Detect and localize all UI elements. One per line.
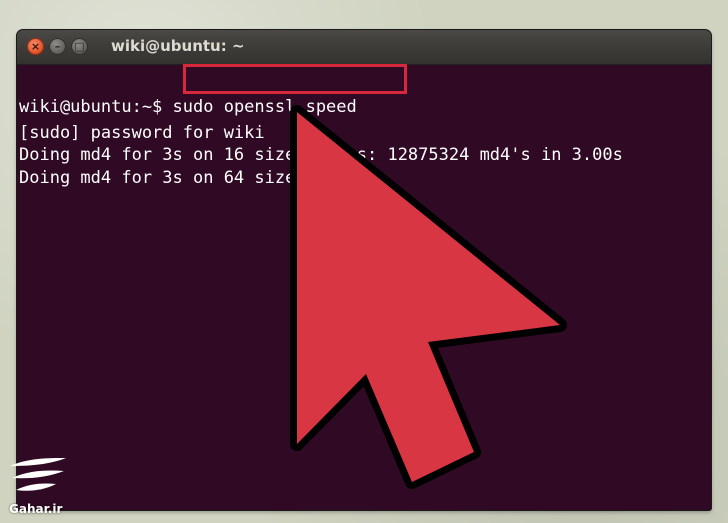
- mouse-pointer-arrow-icon: [290, 105, 567, 489]
- watermark-text: Gahar.ir: [9, 502, 63, 516]
